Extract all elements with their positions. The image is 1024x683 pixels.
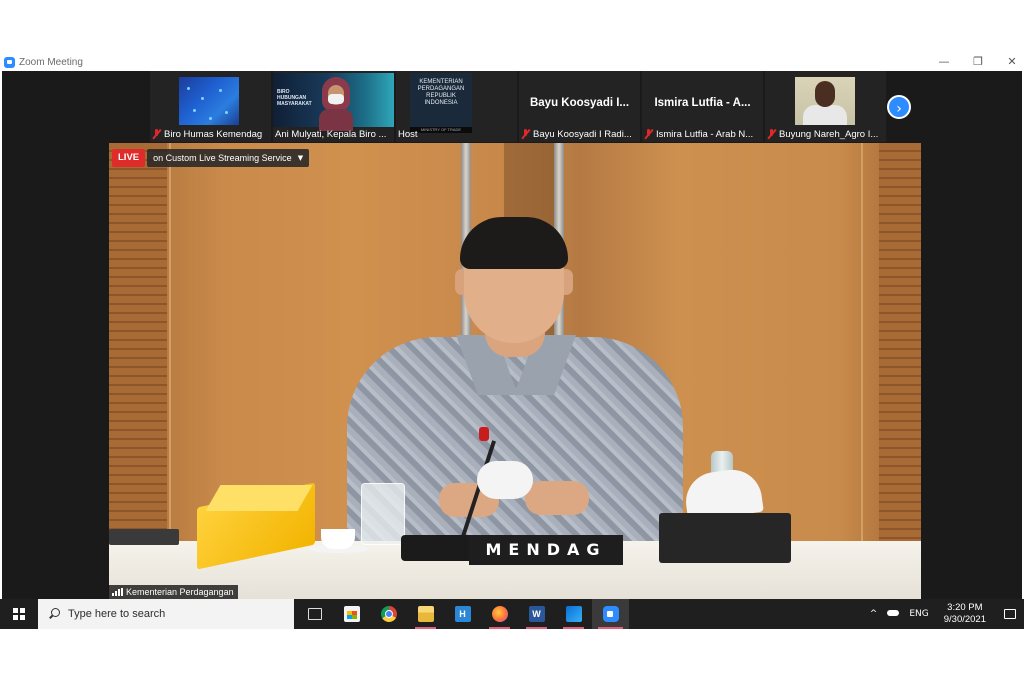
windows-taskbar: Type here to search H W ^ ENG 3:20 PM 9/… — [0, 599, 1024, 629]
restore-button[interactable]: ❐ — [972, 56, 984, 68]
clock-time: 3:20 PM — [947, 602, 983, 613]
participant-tile[interactable]: KEMENTERIAN PERDAGANGAN REPUBLIK INDONES… — [396, 71, 517, 142]
firefox-button[interactable] — [481, 599, 518, 629]
zoom-logo-icon — [4, 56, 15, 68]
participant-name-text: Host — [398, 128, 418, 140]
file-explorer-button[interactable] — [407, 599, 444, 629]
chevron-right-icon[interactable]: › — [887, 95, 911, 119]
participant-display-name: Ismira Lutfia - A... — [654, 97, 751, 109]
tissue-box — [659, 513, 791, 563]
yellow-box-lid — [205, 485, 313, 511]
table-tray — [109, 529, 179, 545]
participant-tile[interactable]: Biro Humas Kemendag — [150, 71, 271, 142]
participant-tile[interactable]: BIRO HUBUNGAN MASYARAKAT Ani Mulyati, Ke… — [273, 71, 394, 142]
onedrive-icon[interactable] — [882, 609, 904, 619]
task-view-button[interactable] — [296, 599, 333, 629]
language-indicator[interactable]: ENG — [904, 609, 933, 619]
tray-chevron-up-icon[interactable]: ^ — [865, 609, 883, 619]
app-h-icon: H — [454, 606, 471, 622]
word-icon: W — [528, 606, 545, 622]
participant-name-text: Biro Humas Kemendag — [164, 128, 263, 140]
system-tray: ^ ENG 3:20 PM 9/30/2021 — [865, 599, 1024, 629]
window-blind-right — [879, 143, 921, 553]
signal-strength-icon — [112, 588, 123, 596]
search-placeholder: Type here to search — [68, 608, 166, 620]
window-blind-left — [109, 143, 167, 553]
participant-name: Host — [396, 127, 517, 141]
app-h-button[interactable]: H — [444, 599, 481, 629]
clock[interactable]: 3:20 PM 9/30/2021 — [934, 602, 996, 626]
chrome-icon — [380, 606, 397, 622]
task-view-icon — [307, 608, 322, 620]
zoom-icon — [602, 606, 619, 622]
close-button[interactable]: ✕ — [1006, 56, 1018, 68]
zoom-button[interactable] — [592, 599, 629, 629]
microsoft-store-button[interactable] — [333, 599, 370, 629]
participant-video — [795, 77, 855, 125]
window-title: Zoom Meeting — [19, 56, 83, 68]
search-icon — [48, 608, 60, 620]
participant-name: Buyung Nareh_Agro I... — [765, 127, 886, 141]
participant-tile[interactable]: Bayu Koosyadi I... Bayu Koosyadi I Radi.… — [519, 71, 640, 142]
notification-icon — [1004, 609, 1016, 619]
start-button[interactable] — [0, 599, 38, 629]
participant-name-text: Bayu Koosyadi I Radi... — [533, 128, 632, 140]
word-button[interactable]: W — [518, 599, 555, 629]
photos-button[interactable] — [555, 599, 592, 629]
notification-center-button[interactable] — [996, 599, 1024, 629]
live-status[interactable]: LIVE on Custom Live Streaming Service ▼ — [112, 149, 310, 167]
wall-panel — [169, 143, 171, 543]
participant-video: KEMENTERIAN PERDAGANGAN REPUBLIK INDONES… — [410, 73, 472, 133]
window-titlebar: Zoom Meeting — ❐ ✕ — [0, 53, 1024, 71]
participant-name-text: Buyung Nareh_Agro I... — [779, 128, 879, 140]
participant-name: Bayu Koosyadi I Radi... — [519, 127, 640, 141]
live-badge[interactable]: LIVE — [112, 149, 146, 167]
water-glass — [361, 483, 405, 545]
folder-icon — [417, 606, 434, 622]
participant-video: BIRO HUBUNGAN MASYARAKAT — [273, 73, 394, 131]
windows-logo-icon — [13, 608, 25, 620]
participant-name: Biro Humas Kemendag — [150, 127, 271, 141]
participant-display-name: Bayu Koosyadi I... — [529, 97, 630, 109]
mic-muted-icon — [767, 129, 776, 139]
window-controls: — ❐ ✕ — [938, 53, 1018, 71]
cup — [321, 529, 355, 549]
taskbar-apps: H W — [296, 599, 629, 629]
mic-muted-icon — [644, 129, 653, 139]
speaker-name-label: Kementerian Perdagangan — [108, 585, 238, 599]
participant-strip: Biro Humas Kemendag BIRO HUBUNGAN MASYAR… — [150, 71, 920, 142]
wall-panel — [861, 143, 863, 543]
participant-tile[interactable]: Buyung Nareh_Agro I... — [765, 71, 886, 142]
minimize-button[interactable]: — — [938, 56, 950, 68]
clock-date: 9/30/2021 — [943, 614, 986, 625]
screen: Zoom Meeting — ❐ ✕ Biro Humas Kemendag B… — [0, 0, 1024, 683]
microphone-icon — [479, 427, 489, 441]
participant-portrait — [319, 75, 353, 131]
taskbar-search[interactable]: Type here to search — [38, 599, 294, 629]
nameplate: MENDAG — [469, 535, 623, 565]
mic-muted-icon — [152, 129, 161, 139]
chrome-button[interactable] — [370, 599, 407, 629]
participant-slide-text: KEMENTERIAN PERDAGANGAN REPUBLIK INDONES… — [417, 79, 465, 106]
participant-slide-text: BIRO HUBUNGAN MASYARAKAT — [277, 89, 312, 107]
photos-icon — [565, 606, 582, 622]
participant-video — [179, 77, 239, 125]
mic-muted-icon — [521, 129, 530, 139]
participant-name-text: Ismira Lutfia - Arab N... — [656, 128, 754, 140]
speaker-name-text: Kementerian Perdagangan — [126, 587, 234, 597]
participant-name: Ismira Lutfia - Arab N... — [642, 127, 763, 141]
live-service-dropdown[interactable]: on Custom Live Streaming Service ▼ — [147, 149, 310, 167]
store-icon — [343, 606, 360, 622]
participant-name: Ani Mulyati, Kepala Biro ... — [273, 127, 394, 141]
caret-down-icon: ▼ — [297, 154, 304, 162]
participant-name-text: Ani Mulyati, Kepala Biro ... — [275, 128, 387, 140]
live-service-label: on Custom Live Streaming Service — [153, 153, 292, 163]
firefox-icon — [491, 606, 508, 622]
main-speaker-video: MENDAG — [109, 143, 921, 599]
participant-tile[interactable]: Ismira Lutfia - A... Ismira Lutfia - Ara… — [642, 71, 763, 142]
